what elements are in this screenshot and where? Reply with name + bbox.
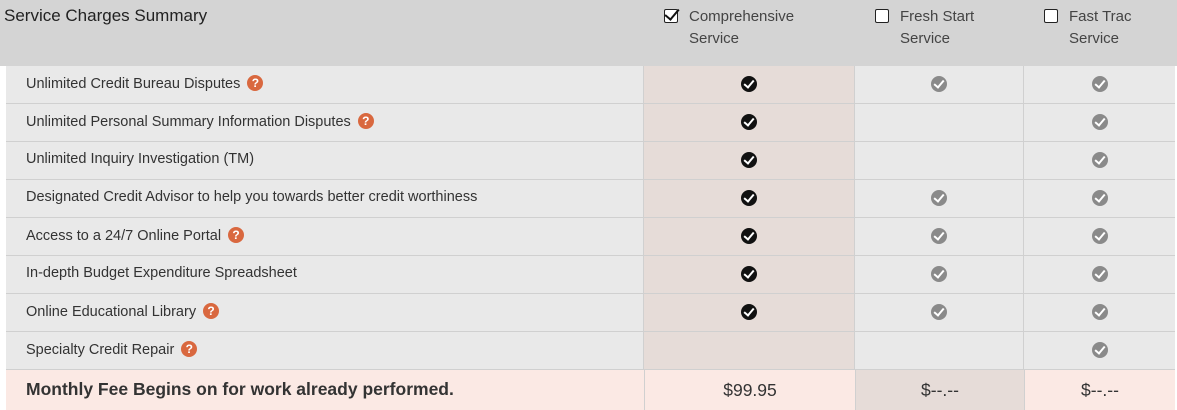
- help-icon[interactable]: ?: [228, 227, 245, 243]
- comprehensive-price: $99.95: [644, 370, 855, 410]
- comprehensive-cell: [644, 294, 855, 331]
- feature-cell: Unlimited Credit Bureau Disputes?: [6, 66, 644, 103]
- fresh-start-cell: [855, 332, 1024, 369]
- feature-text: Unlimited Credit Bureau Disputes: [26, 76, 241, 92]
- fast-trac-cell: [1024, 66, 1175, 103]
- fast-trac-cell: [1024, 256, 1175, 293]
- check-circle-icon: [931, 76, 947, 92]
- fast-trac-label-line1: Fast Trac: [1069, 8, 1132, 25]
- check-circle-icon: [741, 76, 757, 92]
- check-circle-icon: [1091, 190, 1108, 206]
- feature-label: Designated Credit Advisor to help you to…: [26, 189, 477, 205]
- fresh-start-checkbox[interactable]: [875, 9, 889, 23]
- check-circle-icon: [741, 266, 757, 282]
- check-circle-icon: [1091, 266, 1108, 282]
- feature-text: Online Educational Library: [26, 304, 197, 320]
- check-circle-icon: [741, 190, 757, 206]
- fresh-start-cell: [855, 142, 1024, 179]
- fast-trac-cell: [1024, 104, 1175, 141]
- table-row: Access to a 24/7 Online Portal?: [6, 218, 1175, 256]
- help-icon[interactable]: ?: [181, 341, 198, 357]
- comprehensive-cell: [644, 218, 855, 255]
- fresh-start-label-line1: Fresh Start: [900, 8, 975, 25]
- fast-trac-cell: [1024, 218, 1175, 255]
- feature-cell: In-depth Budget Expenditure Spreadsheet: [6, 256, 644, 293]
- table-row: Specialty Credit Repair?: [6, 332, 1175, 370]
- feature-label: Unlimited Credit Bureau Disputes?: [26, 75, 264, 92]
- check-circle-icon: [1091, 152, 1108, 168]
- table-row: Unlimited Inquiry Investigation (TM): [6, 142, 1175, 180]
- comprehensive-label-line1: Comprehensive: [689, 8, 795, 25]
- check-circle-icon: [1091, 342, 1108, 358]
- table-row: In-depth Budget Expenditure Spreadsheet: [6, 256, 1175, 294]
- check-circle-icon: [1091, 76, 1108, 92]
- comprehensive-cell: [644, 332, 855, 369]
- feature-text: In-depth Budget Expenditure Spreadsheet: [26, 265, 297, 281]
- check-circle-icon: [1091, 228, 1108, 244]
- fresh-start-price: $--.--: [855, 370, 1024, 410]
- fast-trac-cell: [1024, 294, 1175, 331]
- fast-trac-cell: [1024, 332, 1175, 369]
- fast-trac-cell: [1024, 180, 1175, 217]
- feature-cell: Specialty Credit Repair?: [6, 332, 644, 369]
- feature-label: In-depth Budget Expenditure Spreadsheet: [26, 265, 297, 281]
- feature-label: Unlimited Personal Summary Information D…: [26, 113, 374, 130]
- feature-label: Specialty Credit Repair?: [26, 341, 198, 358]
- fresh-start-cell: [855, 218, 1024, 255]
- feature-label: Online Educational Library?: [26, 303, 220, 320]
- check-circle-icon: [931, 228, 947, 244]
- feature-cell: Unlimited Inquiry Investigation (TM): [6, 142, 644, 179]
- table-row: Unlimited Personal Summary Information D…: [6, 104, 1175, 142]
- comprehensive-checkbox[interactable]: [664, 9, 678, 23]
- feature-text: Specialty Credit Repair: [26, 342, 175, 358]
- comprehensive-cell: [644, 256, 855, 293]
- fresh-start-label-line2: Service: [900, 30, 951, 47]
- fast-trac-checkbox[interactable]: [1044, 9, 1058, 23]
- fresh-start-cell: [855, 104, 1024, 141]
- check-circle-icon: [931, 304, 947, 320]
- feature-label: Access to a 24/7 Online Portal?: [26, 227, 245, 244]
- feature-cell: Unlimited Personal Summary Information D…: [6, 104, 644, 141]
- check-circle-icon: [741, 228, 757, 244]
- comprehensive-cell: [644, 104, 855, 141]
- check-circle-icon: [741, 304, 757, 320]
- check-circle-icon: [931, 266, 947, 282]
- check-circle-icon: [1091, 114, 1108, 130]
- feature-text: Unlimited Inquiry Investigation (TM): [26, 151, 255, 167]
- comprehensive-cell: [644, 180, 855, 217]
- comprehensive-cell: [644, 142, 855, 179]
- help-icon[interactable]: ?: [247, 75, 264, 91]
- comprehensive-cell: [644, 66, 855, 103]
- feature-cell: Designated Credit Advisor to help you to…: [6, 180, 644, 217]
- fresh-start-cell: [855, 294, 1024, 331]
- page-title: Service Charges Summary: [4, 6, 208, 25]
- fast-trac-cell: [1024, 142, 1175, 179]
- feature-text: Access to a 24/7 Online Portal: [26, 228, 222, 244]
- fresh-start-cell: [855, 66, 1024, 103]
- check-circle-icon: [741, 152, 757, 168]
- help-icon[interactable]: ?: [357, 113, 374, 129]
- feature-text: Unlimited Personal Summary Information D…: [26, 114, 351, 130]
- table-row: Online Educational Library?: [6, 294, 1175, 332]
- feature-cell: Online Educational Library?: [6, 294, 644, 331]
- summary-header: Service Charges Summary Comprehensive Se…: [0, 0, 1177, 66]
- check-circle-icon: [931, 190, 947, 206]
- fast-trac-label-line2: Service: [1069, 30, 1120, 47]
- monthly-fee-label: Monthly Fee Begins on for work already p…: [26, 379, 454, 399]
- table-row: Designated Credit Advisor to help you to…: [6, 180, 1175, 218]
- fast-trac-price: $--.--: [1024, 370, 1175, 410]
- check-circle-icon: [741, 114, 757, 130]
- check-circle-icon: [1091, 304, 1108, 320]
- fresh-start-cell: [855, 256, 1024, 293]
- comprehensive-label-line2: Service: [689, 30, 740, 47]
- feature-label: Unlimited Inquiry Investigation (TM): [26, 151, 254, 167]
- feature-text: Designated Credit Advisor to help you to…: [26, 189, 478, 205]
- table-row: Unlimited Credit Bureau Disputes?: [6, 66, 1175, 104]
- feature-cell: Access to a 24/7 Online Portal?: [6, 218, 644, 255]
- fresh-start-cell: [855, 180, 1024, 217]
- help-icon[interactable]: ?: [203, 303, 220, 319]
- monthly-fee-row: Monthly Fee Begins on for work already p…: [6, 370, 1175, 410]
